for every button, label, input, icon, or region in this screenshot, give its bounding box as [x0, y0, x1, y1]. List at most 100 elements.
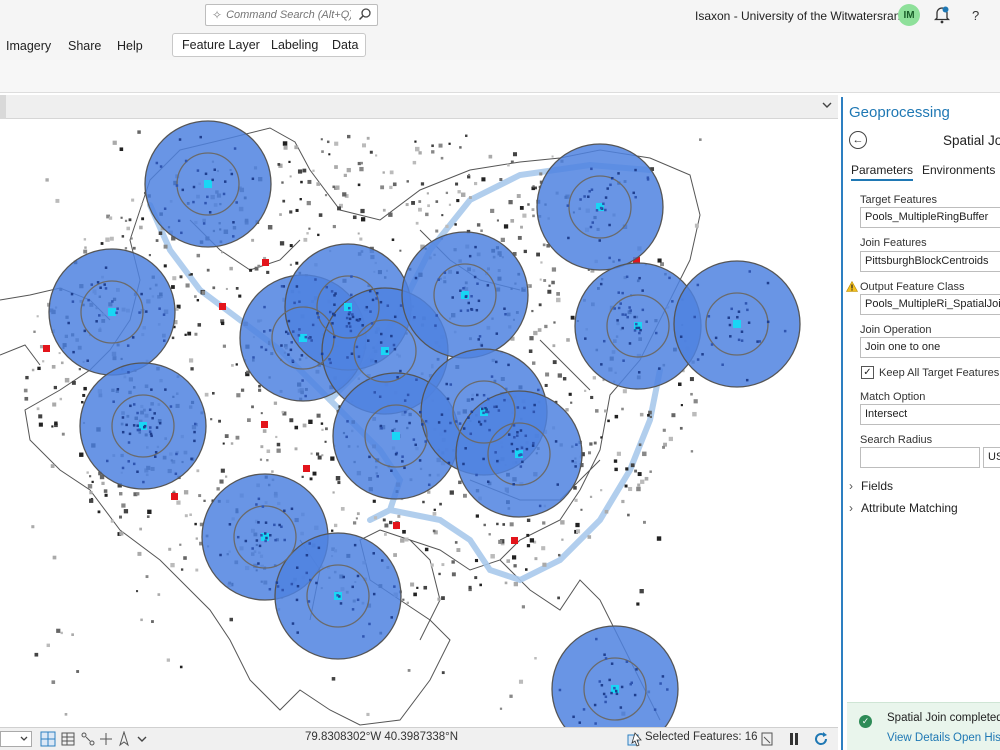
fields-expander[interactable]: › Fields: [849, 479, 893, 493]
joined-centroid-point: [532, 441, 535, 445]
joined-centroid-point: [380, 559, 384, 562]
pause-drawing-icon[interactable]: [786, 731, 802, 747]
block-centroid-point: [312, 169, 315, 172]
tab-environments[interactable]: Environments: [922, 163, 995, 177]
block-centroid-point: [249, 268, 253, 272]
block-centroid-point: [335, 185, 340, 190]
joined-centroid-point: [150, 388, 153, 391]
block-centroid-point: [553, 321, 556, 324]
join-operation-select[interactable]: Join one to one: [860, 337, 1000, 358]
avatar[interactable]: IM: [898, 4, 920, 26]
search-radius-input[interactable]: [860, 447, 980, 468]
block-centroid-point: [235, 363, 238, 366]
block-centroid-point: [140, 618, 143, 622]
block-centroid-point: [235, 435, 240, 440]
joined-centroid-point: [348, 317, 352, 321]
block-centroid-point: [536, 252, 541, 257]
keep-all-target-features-checkbox[interactable]: ✓: [861, 366, 874, 379]
map-view-tab[interactable]: [0, 95, 6, 119]
joined-centroid-point: [154, 455, 157, 458]
chevron-down-icon[interactable]: [822, 101, 832, 109]
tab-labeling[interactable]: Labeling: [271, 38, 318, 52]
join-features-field[interactable]: PittsburghBlockCentroids: [860, 251, 1000, 272]
joined-centroid-point: [477, 420, 481, 424]
back-button[interactable]: ←: [849, 131, 867, 149]
block-centroid-point: [510, 219, 515, 223]
block-centroid-point: [405, 203, 409, 207]
output-feature-class-field[interactable]: Pools_MultipleRi_SpatialJoin: [860, 294, 1000, 315]
joined-centroid-point: [204, 172, 208, 176]
north-arrow-icon[interactable]: [116, 731, 132, 747]
attribute-matching-expander[interactable]: › Attribute Matching: [849, 501, 958, 515]
chevron-down-icon[interactable]: [134, 731, 150, 747]
joined-centroid-point: [346, 356, 349, 359]
red-feature-point: [262, 259, 269, 266]
refresh-map-icon[interactable]: [759, 731, 775, 747]
block-centroid-point: [76, 670, 80, 673]
joined-centroid-point: [653, 708, 657, 711]
menu-share[interactable]: Share: [68, 39, 101, 53]
map-canvas[interactable]: [0, 120, 838, 728]
block-centroid-point: [46, 643, 51, 648]
refresh-icon[interactable]: [813, 731, 829, 747]
joined-centroid-point: [523, 406, 526, 410]
menu-imagery[interactable]: Imagery: [6, 39, 51, 53]
joined-centroid-point: [467, 301, 470, 305]
joined-centroid-point: [345, 435, 348, 439]
block-centroid-point: [561, 538, 564, 541]
joined-centroid-point: [235, 201, 238, 204]
block-centroid-point: [25, 375, 29, 380]
block-centroid-point: [266, 459, 269, 462]
tab-parameters[interactable]: Parameters: [851, 163, 914, 181]
map-view[interactable]: [0, 120, 838, 728]
menu-help[interactable]: Help: [117, 39, 143, 53]
search-radius-unit[interactable]: US: [983, 447, 1000, 468]
joined-centroid-point: [401, 460, 404, 463]
block-centroid-point: [566, 338, 570, 342]
user-name[interactable]: Isaxon - University of the Witwatersrand: [695, 9, 907, 23]
match-option-select[interactable]: Intersect: [860, 404, 1000, 425]
block-centroid-point: [544, 324, 548, 329]
selection-icon[interactable]: [626, 731, 642, 747]
view-details-link[interactable]: View Details: [887, 732, 950, 744]
joined-centroid-point: [162, 313, 166, 316]
joined-centroid-point: [380, 426, 383, 430]
block-centroid-point: [155, 239, 159, 242]
joined-centroid-point: [470, 307, 473, 311]
joined-centroid-point: [128, 432, 132, 436]
joined-centroid-point: [621, 313, 624, 316]
block-centroid-point: [158, 231, 163, 236]
block-centroid-point: [382, 518, 386, 522]
joined-centroid-point: [512, 483, 515, 486]
joined-centroid-point: [372, 592, 376, 596]
block-centroid-point: [220, 468, 225, 473]
table-icon[interactable]: [60, 731, 76, 747]
joined-centroid-point: [291, 359, 294, 363]
block-centroid-point: [552, 360, 557, 365]
measure-icon[interactable]: [98, 731, 114, 747]
grid-toggle-icon[interactable]: [40, 731, 56, 747]
block-centroid-point: [441, 671, 445, 675]
tab-feature-layer[interactable]: Feature Layer: [182, 38, 260, 52]
snapping-icon[interactable]: [80, 731, 96, 747]
open-history-link[interactable]: Open History: [953, 732, 1000, 744]
search-icon[interactable]: [358, 7, 372, 21]
joined-centroid-point: [727, 316, 731, 319]
joined-centroid-point: [268, 587, 272, 591]
help-icon[interactable]: ?: [972, 8, 979, 23]
joined-centroid-point: [714, 336, 718, 340]
scale-dropdown[interactable]: [0, 731, 32, 747]
joined-centroid-point: [264, 348, 268, 352]
joined-centroid-point: [222, 192, 226, 196]
command-search[interactable]: ✧: [205, 4, 378, 26]
block-centroid-point: [355, 517, 358, 520]
tab-data[interactable]: Data: [332, 38, 358, 52]
joined-centroid-point: [467, 416, 470, 419]
block-centroid-point: [110, 519, 114, 523]
block-centroid-point: [439, 502, 442, 506]
joined-centroid-point: [495, 332, 499, 335]
joined-centroid-point: [232, 221, 235, 224]
target-features-field[interactable]: Pools_MultipleRingBuffer: [860, 207, 1000, 228]
notification-icon[interactable]: [934, 6, 950, 24]
command-search-input[interactable]: [226, 9, 352, 21]
